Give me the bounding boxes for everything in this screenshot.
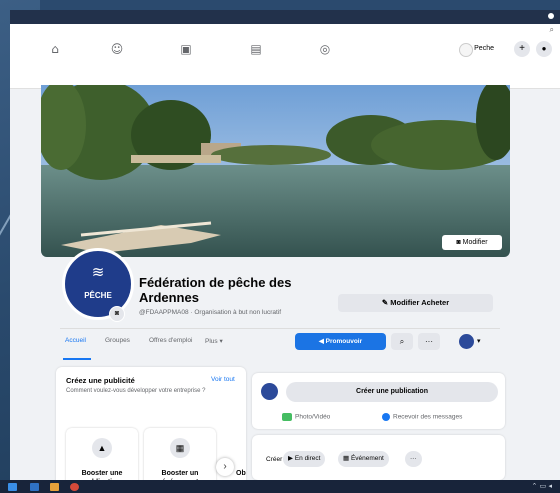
promote-button[interactable]: ◀ Promouvoir [295, 333, 386, 350]
edit-buy-label: Modifier Acheter [390, 298, 450, 307]
page-search-button[interactable]: ⌕ [391, 333, 413, 350]
create-ad-description: Comment voulez-vous développer votre ent… [66, 388, 206, 394]
people-icon[interactable]: ☺ [107, 42, 127, 56]
taskbar-app-icon[interactable] [30, 483, 39, 491]
pencil-icon: ✎ [381, 298, 391, 307]
chevron-down-icon[interactable]: ▾ [477, 337, 481, 345]
event-button[interactable]: ▦ Événement [338, 451, 389, 467]
boost-post-label: Booster une publication [81, 470, 123, 480]
gaming-icon[interactable]: ◎ [315, 42, 335, 56]
profile-shortcut[interactable]: Peche [456, 41, 500, 57]
event-icon: ▦ [343, 455, 351, 462]
tab-accueil[interactable]: Accueil [65, 337, 86, 344]
live-label: En direct [294, 455, 321, 462]
truncated-card-label: Ob [236, 470, 246, 477]
create-button[interactable]: + [514, 41, 530, 57]
live-button[interactable]: ▶ En direct [283, 451, 326, 467]
see-all-link[interactable]: Voir tout [211, 376, 235, 383]
browser-window: ⌕ ⌂ ☺ ▣ ▤ ◎ Peche + ● ◙ Modifier ≋ PÊCHE… [10, 10, 560, 480]
boost-event-label: Booster un événement [161, 470, 199, 480]
home-icon[interactable]: ⌂ [45, 42, 65, 56]
page-subtitle: @FDAAPPMA08 · Organisation à but non luc… [139, 309, 282, 316]
event-label: Événement [350, 455, 384, 462]
composer-avatar [261, 383, 278, 400]
fish-logo-icon: ≋ [91, 264, 105, 281]
taskbar-app-icon[interactable] [50, 483, 59, 491]
page-more-button[interactable]: ··· [418, 333, 440, 350]
marketplace-icon[interactable]: ▤ [246, 42, 266, 56]
page-switch-avatar[interactable] [459, 334, 474, 349]
profile-avatar [459, 43, 474, 57]
promote-label: Promouvoir [325, 338, 363, 345]
profile-name: Peche [474, 45, 494, 52]
windows-taskbar [0, 480, 560, 493]
tab-plus[interactable]: Plus ▾ [205, 337, 223, 345]
boost-event-card[interactable]: ▦ Booster un événement [144, 428, 216, 480]
messenger-button[interactable]: ● [536, 41, 552, 57]
photo-video-button[interactable]: Photo/Vidéo [282, 413, 330, 421]
edit-cover-button[interactable]: ◙ Modifier [442, 235, 502, 250]
live-icon: ▶ [288, 455, 295, 462]
active-tab-indicator [63, 358, 91, 360]
page-title: Fédération de pêche des Ardennes [139, 275, 339, 305]
photo-icon [282, 413, 292, 421]
create-label: Créer [266, 456, 283, 463]
page-name-line1: Fédération de pêche des [139, 275, 292, 290]
window-control-icon[interactable] [548, 13, 554, 19]
tab-offres-emploi[interactable]: Offres d'emploi [149, 337, 192, 344]
receive-messages-button[interactable]: Recevoir des messages [382, 413, 462, 421]
carousel-next-button[interactable]: › [216, 458, 234, 476]
more-create-button[interactable]: ··· [405, 451, 422, 467]
video-icon[interactable]: ▣ [176, 42, 196, 56]
logo-text: PÊCHE [84, 291, 112, 300]
boost-post-card[interactable]: ▲ Booster une publication [66, 428, 138, 480]
calendar-icon: ▦ [170, 438, 190, 458]
create-ad-title: Créez une publicité [66, 376, 135, 385]
megaphone-icon: ◀ [318, 338, 326, 345]
cover-photo-image [41, 85, 510, 257]
browser-title-bar [10, 10, 560, 24]
page-name-line2: Ardennes [139, 290, 199, 305]
edit-buy-button[interactable]: ✎ Modifier Acheter [338, 294, 493, 312]
system-tray-icons[interactable]: ⌃ ▭ ◂ [532, 482, 552, 490]
edit-cover-label: Modifier [462, 239, 488, 246]
tab-groupes[interactable]: Groupes [105, 337, 130, 344]
thumbs-up-icon: ▲ [92, 438, 112, 458]
camera-badge-icon[interactable]: ◙ [109, 306, 125, 322]
divider [60, 328, 500, 329]
search-icon[interactable]: ⌕ [550, 25, 554, 35]
cover-photo [41, 85, 510, 257]
receive-messages-label: Recevoir des messages [393, 413, 463, 421]
create-post-button[interactable]: Créer une publication [286, 382, 498, 402]
windows-start-icon[interactable] [8, 483, 17, 491]
taskbar-browser-icon[interactable] [70, 483, 79, 491]
photo-video-label: Photo/Vidéo [295, 413, 331, 421]
messenger-icon [382, 413, 390, 421]
